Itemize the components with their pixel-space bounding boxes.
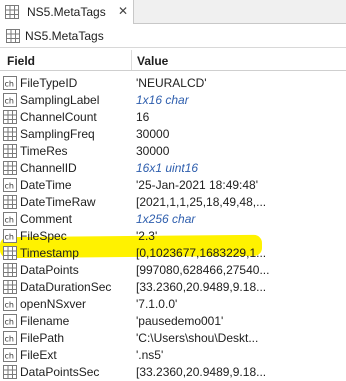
field-name: DateTimeRaw — [20, 195, 96, 209]
table-row[interactable]: Timestamp [0,1023677,1683229,1... — [0, 245, 346, 262]
matrix-icon — [3, 195, 17, 209]
field-name: TimeRes — [20, 144, 68, 158]
struct-table: Field Value — [0, 50, 346, 71]
char-icon: ch — [3, 212, 17, 226]
matrix-icon — [3, 280, 17, 294]
numeric-icon — [3, 110, 17, 124]
numeric-icon — [3, 127, 17, 141]
field-value[interactable]: '7.1.0.0' — [136, 297, 344, 311]
table-row[interactable]: TimeRes 30000 — [0, 143, 346, 160]
field-value[interactable]: [33.2360,20.9489,9.18... — [136, 365, 344, 379]
table-row[interactable]: ch FileExt '.ns5' — [0, 347, 346, 364]
field-name: DataPoints — [20, 263, 79, 277]
field-value[interactable]: [0,1023677,1683229,1... — [136, 246, 344, 260]
variable-title: NS5.MetaTags — [0, 24, 346, 48]
field-value[interactable]: '2.3' — [136, 229, 344, 243]
table-row[interactable]: ch FileTypeID 'NEURALCD' — [0, 75, 346, 92]
matrix-icon — [3, 161, 17, 175]
table-row[interactable]: DataPointsSec [33.2360,20.9489,9.18... — [0, 364, 346, 381]
table-row[interactable]: ch DateTime '25-Jan-2021 18:49:48' — [0, 177, 346, 194]
table-row[interactable]: SamplingFreq 30000 — [0, 126, 346, 143]
field-value[interactable]: 30000 — [136, 127, 344, 141]
column-header-field[interactable]: Field — [7, 54, 35, 68]
field-name: Comment — [20, 212, 73, 226]
table-row[interactable]: DateTimeRaw [2021,1,1,25,18,49,48,... — [0, 194, 346, 211]
field-value[interactable]: 1x256 char — [136, 212, 344, 226]
field-name: FilePath — [20, 331, 65, 345]
page-title: NS5.MetaTags — [25, 29, 104, 43]
table-row[interactable]: ch Filename 'pausedemo001' — [0, 313, 346, 330]
tab-bar: NS5.MetaTags ✕ — [0, 0, 346, 24]
column-divider[interactable] — [131, 50, 132, 70]
column-header-value[interactable]: Value — [137, 54, 168, 68]
table-row[interactable]: ch openNSxver '7.1.0.0' — [0, 296, 346, 313]
field-value[interactable]: [33.2360,20.9489,9.18... — [136, 280, 344, 294]
tab-label: NS5.MetaTags — [27, 5, 106, 19]
table-row[interactable]: ch FilePath 'C:\Users\shou\Deskt... — [0, 330, 346, 347]
field-name: SamplingFreq — [20, 127, 95, 141]
char-icon: ch — [3, 348, 17, 362]
svg-text:ch: ch — [5, 97, 14, 106]
char-icon: ch — [3, 229, 17, 243]
field-name: ChannelID — [20, 161, 77, 175]
field-name: ChannelCount — [20, 110, 97, 124]
table-row[interactable]: ChannelCount 16 — [0, 109, 346, 126]
table-row[interactable]: ChannelID 16x1 uint16 — [0, 160, 346, 177]
field-value[interactable]: [2021,1,1,25,18,49,48,... — [136, 195, 344, 209]
matrix-icon — [3, 246, 17, 260]
svg-text:ch: ch — [5, 335, 14, 344]
field-name: FileSpec — [20, 229, 67, 243]
field-name: openNSxver — [20, 297, 87, 311]
table-row[interactable]: ch SamplingLabel 1x16 char — [0, 92, 346, 109]
svg-text:ch: ch — [5, 301, 14, 310]
table-row[interactable]: ch FileSpec '2.3' — [0, 228, 346, 245]
field-value[interactable]: 16x1 uint16 — [136, 161, 344, 175]
variable-icon — [5, 5, 19, 19]
table-header: Field Value — [0, 50, 346, 71]
table-row[interactable]: DataDurationSec [33.2360,20.9489,9.18... — [0, 279, 346, 296]
svg-text:ch: ch — [5, 352, 14, 361]
field-value[interactable]: 1x16 char — [136, 93, 344, 107]
tab-ns5-metatags[interactable]: NS5.MetaTags ✕ — [0, 0, 134, 24]
field-name: FileExt — [20, 348, 57, 362]
svg-text:ch: ch — [5, 80, 14, 89]
matrix-icon — [3, 365, 17, 379]
numeric-icon — [3, 144, 17, 158]
char-icon: ch — [3, 331, 17, 345]
char-icon: ch — [3, 314, 17, 328]
table-row[interactable]: ch Comment 1x256 char — [0, 211, 346, 228]
matrix-icon — [3, 263, 17, 277]
svg-text:ch: ch — [5, 182, 14, 191]
field-name: Timestamp — [20, 246, 79, 260]
field-name: DataDurationSec — [20, 280, 112, 294]
char-icon: ch — [3, 93, 17, 107]
field-value[interactable]: 'C:\Users\shou\Deskt... — [136, 331, 344, 345]
field-value[interactable]: 30000 — [136, 144, 344, 158]
field-name: Filename — [20, 314, 70, 328]
svg-text:ch: ch — [5, 216, 14, 225]
struct-icon — [6, 29, 20, 43]
field-value[interactable]: 'pausedemo001' — [136, 314, 344, 328]
char-icon: ch — [3, 297, 17, 311]
char-icon: ch — [3, 76, 17, 90]
field-value[interactable]: 'NEURALCD' — [136, 76, 344, 90]
field-name: SamplingLabel — [20, 93, 100, 107]
field-name: DateTime — [20, 178, 72, 192]
table-row[interactable]: DataPoints [997080,628466,27540... — [0, 262, 346, 279]
field-value[interactable]: [997080,628466,27540... — [136, 263, 344, 277]
svg-text:ch: ch — [5, 318, 14, 327]
close-icon[interactable]: ✕ — [118, 4, 128, 18]
field-value[interactable]: 16 — [136, 110, 344, 124]
field-name: DataPointsSec — [20, 365, 100, 379]
field-name: FileTypeID — [20, 76, 78, 90]
char-icon: ch — [3, 178, 17, 192]
field-value[interactable]: '.ns5' — [136, 348, 344, 362]
field-value[interactable]: '25-Jan-2021 18:49:48' — [136, 178, 344, 192]
svg-text:ch: ch — [5, 233, 14, 242]
